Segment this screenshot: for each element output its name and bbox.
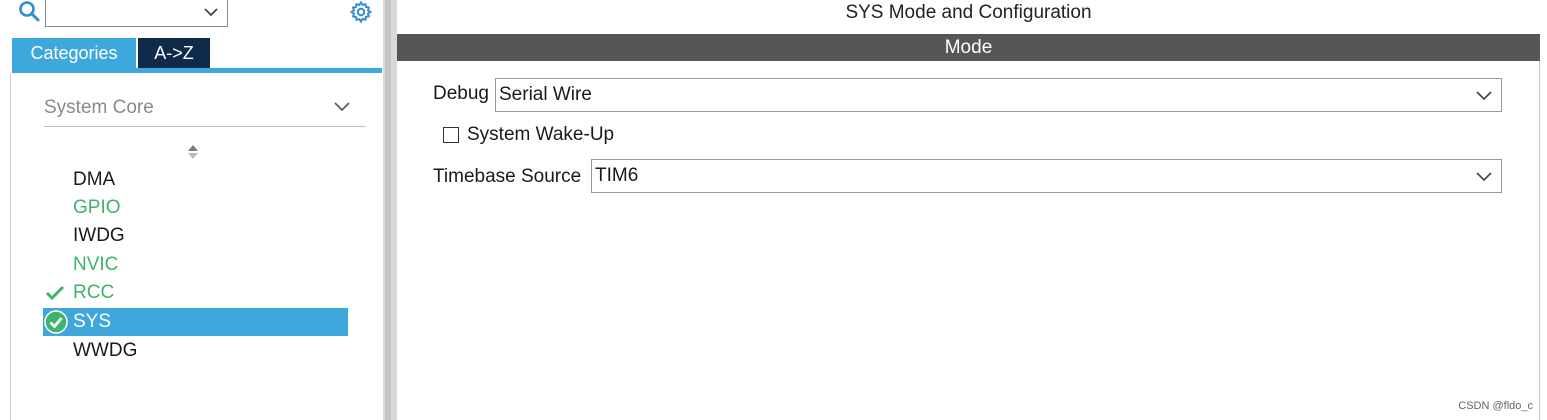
search-icon[interactable]: [18, 0, 42, 24]
list-item-label: SYS: [73, 311, 112, 332]
list-item-label: WWDG: [73, 340, 138, 361]
category-dropdown-value: System Core: [44, 97, 154, 118]
timebase-source-select[interactable]: TIM6: [591, 159, 1502, 193]
timebase-source-label: Timebase Source: [433, 166, 582, 187]
list-item-sys[interactable]: SYS: [43, 308, 348, 336]
chevron-down-icon[interactable]: [203, 6, 219, 18]
pane-splitter-bar: [385, 0, 391, 420]
system-wakeup-checkbox[interactable]: [443, 127, 459, 143]
system-wakeup-label: System Wake-Up: [467, 124, 615, 145]
mode-section-body: Debug Serial Wire System Wake-Up Timebas…: [397, 61, 1540, 420]
gear-icon[interactable]: [348, 0, 374, 24]
timebase-source-select-value: TIM6: [595, 165, 639, 186]
mode-section-header[interactable]: Mode: [397, 34, 1540, 61]
chevron-down-icon[interactable]: [1475, 170, 1493, 182]
pane-splitter[interactable]: [383, 0, 397, 420]
check-icon: [45, 285, 65, 301]
search-input[interactable]: [45, 0, 228, 27]
sort-icon[interactable]: [186, 142, 200, 162]
list-item-nvic[interactable]: NVIC: [43, 251, 348, 279]
chevron-down-icon[interactable]: [1475, 89, 1493, 101]
list-item-rcc[interactable]: RCC: [43, 279, 348, 307]
check-circle-icon: [44, 310, 68, 334]
tab-a-to-z[interactable]: A->Z: [138, 38, 210, 68]
category-dropdown[interactable]: System Core: [44, 95, 366, 127]
list-item-label: GPIO: [73, 197, 121, 218]
debug-select-value: Serial Wire: [499, 84, 592, 105]
list-item-dma[interactable]: DMA: [43, 166, 348, 194]
debug-label: Debug: [433, 83, 489, 104]
list-item-label: IWDG: [73, 225, 125, 246]
left-pane: Categories A->Z System Core DMA GPIO IWD…: [0, 0, 383, 420]
list-item-wwdg[interactable]: WWDG: [43, 337, 348, 365]
list-item-label: NVIC: [73, 254, 119, 275]
config-pane: SYS Mode and Configuration Mode Debug Se…: [397, 0, 1547, 420]
list-item-gpio[interactable]: GPIO: [43, 194, 348, 222]
debug-select[interactable]: Serial Wire: [495, 78, 1502, 112]
tab-categories[interactable]: Categories: [12, 38, 136, 68]
list-item-label: RCC: [73, 282, 115, 303]
list-item-iwdg[interactable]: IWDG: [43, 222, 348, 250]
chevron-down-icon[interactable]: [332, 99, 352, 113]
page-title: SYS Mode and Configuration: [845, 2, 1092, 23]
list-item-label: DMA: [73, 169, 116, 190]
watermark: CSDN @fldo_c: [1458, 400, 1533, 412]
